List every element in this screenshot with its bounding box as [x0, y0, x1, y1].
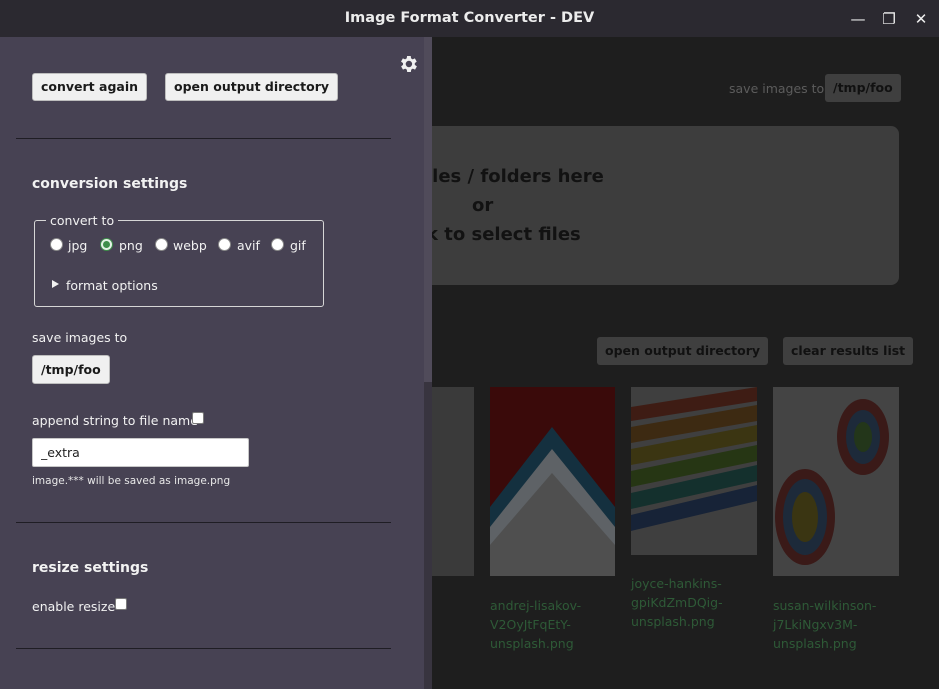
result-caption-line: andrej-lisakov-	[490, 598, 582, 613]
result-thumbnail[interactable]	[631, 387, 757, 555]
drop-zone-line-1: iles / folders here	[426, 166, 604, 187]
format-radio-gif[interactable]	[271, 238, 284, 251]
result-caption-line: unsplash.png	[631, 614, 715, 629]
result-caption: andrej-lisakov- V2OyJtFqEtY- unsplash.pn…	[490, 596, 581, 653]
filename-hint: image.*** will be saved as image.png	[32, 475, 231, 487]
format-label-png[interactable]: png	[119, 238, 143, 253]
format-label-webp[interactable]: webp	[173, 238, 207, 253]
clear-results-button[interactable]: clear results list	[783, 337, 914, 365]
settings-sidebar: convert again open output directory conv…	[0, 37, 432, 689]
append-string-input[interactable]	[32, 438, 249, 467]
main-open-output-button[interactable]: open output directory	[597, 337, 769, 365]
close-icon[interactable]: ✕	[911, 9, 931, 29]
open-output-directory-button[interactable]: open output directory	[165, 73, 339, 101]
result-caption-line: V2OyJtFqEtY-	[490, 617, 571, 632]
format-radio-avif[interactable]	[218, 238, 231, 251]
append-string-checkbox[interactable]	[192, 412, 204, 424]
divider	[16, 648, 391, 649]
conversion-settings-heading: conversion settings	[32, 176, 188, 192]
result-caption-line: joyce-hankins-	[631, 576, 722, 591]
save-images-label: save images to	[32, 330, 128, 345]
main-save-path-button[interactable]: /tmp/foo	[825, 74, 901, 102]
enable-resize-checkbox[interactable]	[115, 598, 127, 610]
restore-icon[interactable]: ❐	[879, 9, 899, 29]
format-options-toggle[interactable]: format options	[66, 278, 158, 293]
format-radio-jpg[interactable]	[50, 238, 63, 251]
result-caption: susan-wilkinson- j7LkiNgxv3M- unsplash.p…	[773, 596, 876, 653]
convert-to-legend: convert to	[46, 213, 119, 228]
gear-icon[interactable]	[397, 53, 419, 75]
resize-settings-heading: resize settings	[32, 560, 149, 576]
result-caption-line: unsplash.png	[490, 636, 574, 651]
convert-to-group	[34, 220, 324, 307]
result-caption-line: susan-wilkinson-	[773, 598, 877, 613]
enable-resize-label: enable resize	[32, 599, 116, 614]
main-save-label: save images to	[729, 81, 825, 96]
format-radio-png[interactable]	[100, 238, 113, 251]
result-thumbnail[interactable]	[773, 387, 899, 576]
append-string-label: append string to file name	[32, 413, 198, 428]
result-caption: joyce-hankins- gpiKdZmDQig- unsplash.png	[631, 574, 723, 631]
result-caption-line: j7LkiNgxv3M-	[773, 617, 858, 632]
minimize-icon[interactable]: —	[848, 9, 868, 29]
title-bar: Image Format Converter - DEV — ❐ ✕	[0, 0, 939, 37]
drop-zone-line-2: or	[472, 195, 494, 216]
format-radio-webp[interactable]	[155, 238, 168, 251]
format-label-gif[interactable]: gif	[290, 238, 306, 253]
format-label-avif[interactable]: avif	[237, 238, 260, 253]
disclosure-triangle-icon[interactable]	[52, 280, 59, 288]
sidebar-scrollbar-thumb[interactable]	[424, 37, 432, 382]
result-thumbnail[interactable]	[490, 387, 615, 576]
divider	[16, 138, 391, 139]
result-caption-line: unsplash.png	[773, 636, 857, 651]
format-label-jpg[interactable]: jpg	[68, 238, 87, 253]
result-caption-line: gpiKdZmDQig-	[631, 595, 723, 610]
divider	[16, 522, 391, 523]
window-title: Image Format Converter - DEV	[344, 10, 595, 26]
drop-zone-line-3: k to select files	[426, 224, 581, 245]
save-path-button[interactable]: /tmp/foo	[32, 355, 110, 384]
convert-again-button[interactable]: convert again	[32, 73, 148, 101]
